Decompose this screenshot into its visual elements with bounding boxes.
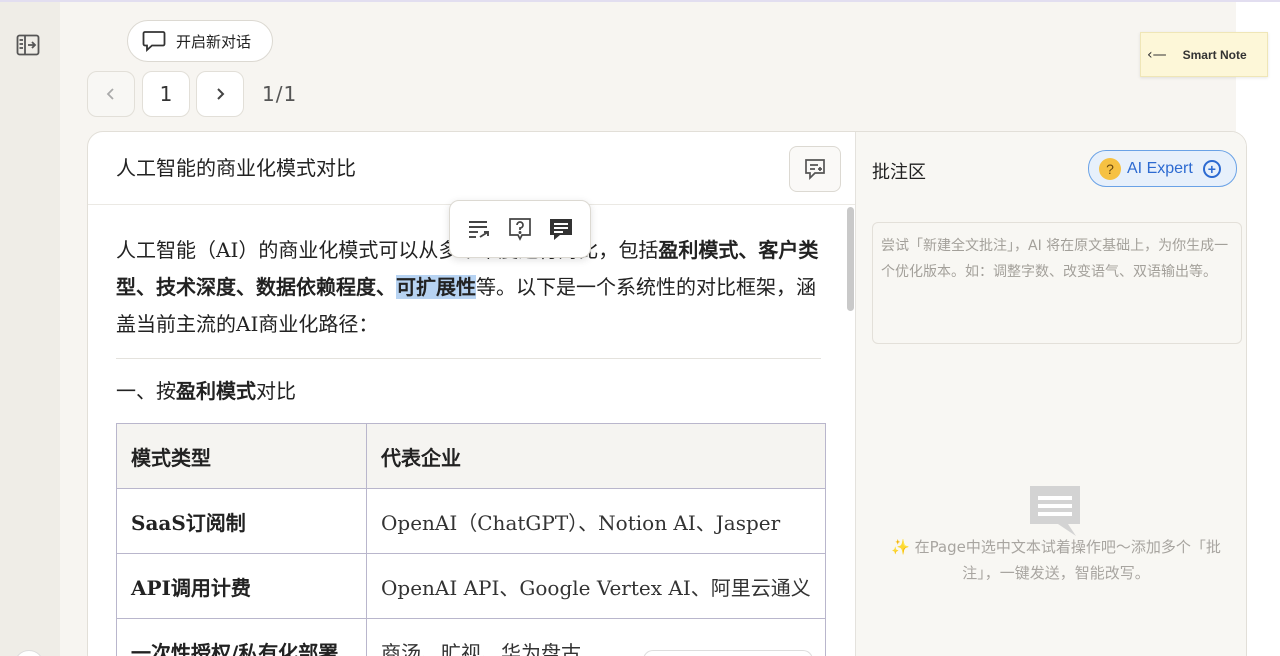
- table-cell: SaaS订阅制: [116, 488, 367, 554]
- table-row: SaaS订阅制 OpenAI（ChatGPT）、Notion AI、Jasper: [116, 488, 826, 554]
- annotation-hint-text: 在Page中选中文本试着操作吧～添加多个「批注」，一键发送，智能改写。: [914, 538, 1221, 582]
- table-cell: 一次性授权/私有化部署: [116, 618, 367, 656]
- document-header: 人工智能的商业化模式对比: [88, 132, 855, 205]
- scrollbar-thumb[interactable]: [847, 207, 854, 311]
- left-rail: [0, 2, 60, 656]
- question-icon[interactable]: [507, 216, 533, 242]
- page-number: 1: [159, 82, 173, 106]
- annotation-panel: 批注区 ? AI Expert + 尝试「新建全文批注」，AI 将在原文基础上，…: [856, 132, 1246, 656]
- annotation-input[interactable]: 尝试「新建全文批注」，AI 将在原文基础上，为你生成一个优化版本。如：调整字数、…: [872, 222, 1242, 344]
- annotation-hint: ✨ 在Page中选中文本试着操作吧～添加多个「批注」，一键发送，智能改写。: [876, 534, 1236, 586]
- section-heading-suffix: 对比: [256, 379, 296, 403]
- divider: [116, 358, 821, 359]
- section-heading-bold: 盈利模式: [176, 379, 256, 403]
- annotation-title: 批注区: [872, 162, 926, 183]
- sidebar-toggle-icon[interactable]: [16, 34, 40, 56]
- document-title: 人工智能的商业化模式对比: [116, 156, 356, 180]
- table-cell: OpenAI API、Google Vertex AI、阿里云通义: [366, 553, 826, 619]
- selection-toolbar: [449, 200, 591, 258]
- document-scrollbar[interactable]: [845, 205, 855, 656]
- chat-bubble-icon: [142, 31, 166, 52]
- new-chat-label: 开启新对话: [176, 32, 252, 51]
- table-header-row: 模式类型 代表企业: [116, 423, 826, 489]
- document-body: 人工智能（AI）的商业化模式可以从多个维度进行对比，包括盈利模式、客户类型、技术…: [116, 232, 821, 406]
- chevron-left-icon: [106, 88, 114, 100]
- add-note-icon: [805, 159, 825, 181]
- document-card: 人工智能的商业化模式对比 人工智能（AI）的商业化模式可以从多个维度进行对比，包…: [87, 131, 1247, 656]
- plus-circle-icon: +: [1202, 159, 1221, 178]
- floating-panel-edge: [643, 650, 813, 656]
- ai-expert-button[interactable]: ? AI Expert +: [1088, 150, 1237, 187]
- comment-icon[interactable]: [548, 216, 574, 242]
- arrow-left-icon: ‹—: [1147, 46, 1167, 63]
- table-row: API调用计费 OpenAI API、Google Vertex AI、阿里云通…: [116, 553, 826, 619]
- section-heading-prefix: 一、按: [116, 379, 176, 403]
- table-header-cell: 代表企业: [366, 423, 826, 489]
- chevron-right-icon: [217, 88, 225, 100]
- section-heading: 一、按盈利模式对比: [116, 376, 821, 406]
- comparison-table: 模式类型 代表企业 SaaS订阅制 OpenAI（ChatGPT）、Notion…: [116, 423, 826, 656]
- selected-text[interactable]: 可扩展性: [396, 275, 476, 299]
- prev-page-button[interactable]: [87, 71, 135, 117]
- ai-expert-label: AI Expert: [1127, 159, 1193, 177]
- table-cell: OpenAI（ChatGPT）、Notion AI、Jasper: [366, 488, 826, 554]
- next-page-button[interactable]: [196, 71, 244, 117]
- smart-note-tab[interactable]: ‹— Smart Note: [1140, 32, 1268, 77]
- table-cell: API调用计费: [116, 553, 367, 619]
- table-header-cell: 模式类型: [116, 423, 367, 489]
- smart-note-label: Smart Note: [1182, 47, 1247, 62]
- thinking-face-icon: ?: [1099, 157, 1121, 180]
- top-border: [0, 0, 1280, 2]
- avatar[interactable]: [14, 650, 44, 656]
- page-number-input[interactable]: 1: [142, 71, 190, 117]
- page-total: 1/1: [262, 82, 298, 106]
- sparkle-icon: ✨: [891, 538, 910, 556]
- empty-comment-icon: [1028, 484, 1082, 538]
- add-note-button[interactable]: [789, 146, 841, 192]
- new-chat-button[interactable]: 开启新对话: [127, 20, 273, 62]
- rewrite-icon[interactable]: [466, 216, 492, 242]
